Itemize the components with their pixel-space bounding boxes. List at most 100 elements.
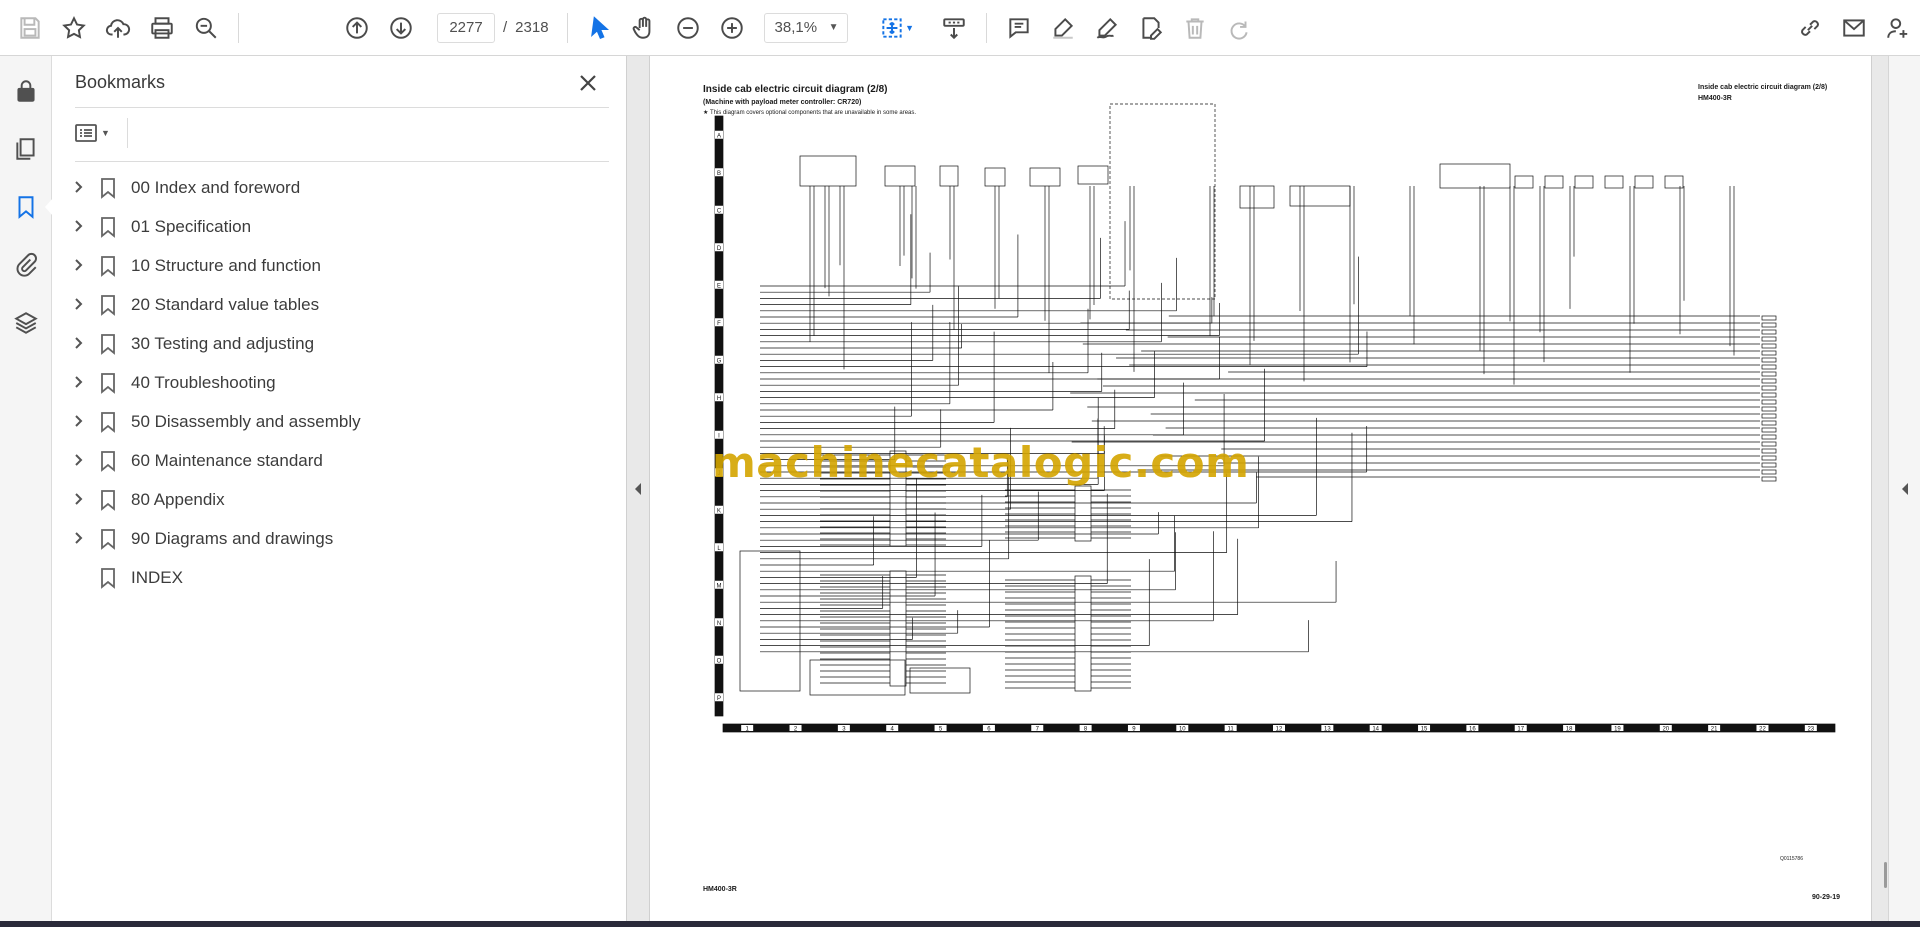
- zoom-in-icon[interactable]: [710, 6, 754, 50]
- chevron-right-icon[interactable]: [67, 414, 89, 430]
- chevron-right-icon[interactable]: [67, 453, 89, 469]
- row-letter: O: [717, 658, 722, 664]
- chevron-right-icon[interactable]: [67, 180, 89, 196]
- bookmark-item[interactable]: 50 Disassembly and assembly: [67, 402, 607, 441]
- comment-icon[interactable]: [997, 6, 1041, 50]
- terminal: [1761, 378, 1777, 384]
- hand-tool-icon[interactable]: [622, 6, 666, 50]
- chevron-right-icon[interactable]: [67, 531, 89, 547]
- edit-text-icon[interactable]: [1129, 6, 1173, 50]
- chevron-down-icon: ▼: [101, 128, 110, 138]
- bookmark-item[interactable]: 90 Diagrams and drawings: [67, 519, 607, 558]
- column-number: 10: [1179, 727, 1186, 733]
- previous-page-icon[interactable]: [335, 6, 379, 50]
- chevron-right-icon[interactable]: [67, 492, 89, 508]
- vertical-scrollbar[interactable]: [1884, 862, 1887, 888]
- watermark: machinecatalogic.com: [712, 438, 1250, 487]
- email-icon[interactable]: [1832, 6, 1876, 50]
- drawing-code: Q0115786: [1780, 856, 1803, 862]
- attachment-icon[interactable]: [0, 236, 52, 294]
- connector-block: [1544, 175, 1564, 189]
- bookmark-item[interactable]: 60 Maintenance standard: [67, 441, 607, 480]
- terminal: [1761, 399, 1777, 405]
- save-icon[interactable]: [8, 6, 52, 50]
- document-title: Inside cab electric circuit diagram (2/8…: [703, 84, 888, 95]
- bookmark-label: 90 Diagrams and drawings: [131, 528, 334, 548]
- bookmark-item[interactable]: 01 Specification: [67, 207, 607, 246]
- bookmark-item[interactable]: 20 Standard value tables: [67, 285, 607, 324]
- bookmark-item[interactable]: 00 Index and foreword: [67, 168, 607, 207]
- bookmark-icon: [95, 176, 121, 200]
- chevron-right-icon[interactable]: [67, 219, 89, 235]
- connector-block: [1574, 175, 1594, 189]
- bookmark-item[interactable]: 30 Testing and adjusting: [67, 324, 607, 363]
- terminal: [1761, 462, 1777, 468]
- chevron-right-icon[interactable]: [67, 375, 89, 391]
- highlight-pen-icon[interactable]: [1041, 6, 1085, 50]
- column-number: 23: [1807, 727, 1814, 733]
- toolbar-divider: [238, 12, 239, 43]
- taskbar-strip: [0, 921, 1920, 927]
- layers-icon[interactable]: [0, 294, 52, 352]
- junction-connector: [1074, 485, 1092, 542]
- bookmark-item[interactable]: 10 Structure and function: [67, 246, 607, 285]
- zoom-select[interactable]: 38,1% ▼: [763, 12, 848, 43]
- row-letter: D: [717, 246, 722, 252]
- lock-icon[interactable]: [0, 62, 52, 120]
- document-view[interactable]: A B C D E F G H I J K L M N O P 1 2 3 4 5 6 7 8 9 10 11 12 13 14 15 16 1…: [650, 56, 1888, 921]
- connector-block: [884, 165, 916, 187]
- terminal: [1761, 476, 1777, 482]
- bookmark-panel-icon[interactable]: [0, 178, 53, 236]
- pdf-page: A B C D E F G H I J K L M N O P 1 2 3 4 5 6 7 8 9 10 11 12 13 14 15 16 1…: [650, 56, 1872, 921]
- bookmark-item[interactable]: 40 Troubleshooting: [67, 363, 607, 402]
- terminal: [1761, 406, 1777, 412]
- page-thumbnails-icon[interactable]: [0, 120, 52, 178]
- bookmark-icon: [95, 527, 121, 551]
- document-note: ★ This diagram covers optional component…: [703, 110, 917, 116]
- toolbar: / 2318 38,1% ▼ ▼: [0, 0, 1920, 56]
- right-panel-expand-handle[interactable]: [1888, 56, 1920, 921]
- zoom-out-icon[interactable]: [666, 6, 710, 50]
- page-total: 2318: [515, 19, 549, 36]
- add-user-icon[interactable]: [1876, 6, 1920, 50]
- chevron-right-icon[interactable]: [67, 336, 89, 352]
- bookmark-item[interactable]: INDEX: [67, 558, 607, 597]
- next-page-icon[interactable]: [379, 6, 423, 50]
- bookmark-icon: [95, 254, 121, 278]
- close-icon[interactable]: [573, 68, 603, 98]
- connector-block: [1604, 175, 1624, 189]
- terminal: [1761, 350, 1777, 356]
- redo-icon[interactable]: [1217, 6, 1261, 50]
- share-link-icon[interactable]: [1788, 6, 1832, 50]
- chevron-right-icon[interactable]: [67, 297, 89, 313]
- column-number: 22: [1759, 727, 1766, 733]
- bookmark-label: 30 Testing and adjusting: [131, 333, 315, 353]
- draw-pen-icon[interactable]: [1085, 6, 1129, 50]
- bookmark-item[interactable]: 80 Appendix: [67, 480, 607, 519]
- page-number-input[interactable]: [437, 12, 495, 43]
- row-letter: N: [717, 621, 721, 627]
- delete-icon[interactable]: [1173, 6, 1217, 50]
- star-icon[interactable]: [52, 6, 96, 50]
- cloud-upload-icon[interactable]: [96, 6, 140, 50]
- bookmark-icon: [95, 410, 121, 434]
- panel-collapse-handle[interactable]: [626, 56, 650, 921]
- bookmark-label: 40 Troubleshooting: [131, 372, 276, 392]
- panel-divider: [75, 161, 609, 162]
- junction-connector: [1074, 575, 1092, 692]
- bookmark-icon: [95, 488, 121, 512]
- print-icon[interactable]: [140, 6, 184, 50]
- row-letter: F: [717, 321, 721, 327]
- list-options-icon: [75, 124, 97, 142]
- scroll-mode-icon[interactable]: [932, 6, 976, 50]
- connector-block: [1029, 167, 1061, 187]
- bookmark-icon: [95, 215, 121, 239]
- terminal: [1761, 469, 1777, 475]
- select-cursor-icon[interactable]: [578, 6, 622, 50]
- zoom-search-icon[interactable]: [184, 6, 228, 50]
- chevron-right-icon[interactable]: [67, 258, 89, 274]
- optional-box: [1109, 103, 1216, 300]
- fit-page-icon[interactable]: ▼: [870, 6, 924, 50]
- document-subtitle: (Machine with payload meter controller: …: [703, 99, 862, 106]
- bookmark-options-button[interactable]: ▼: [75, 118, 119, 148]
